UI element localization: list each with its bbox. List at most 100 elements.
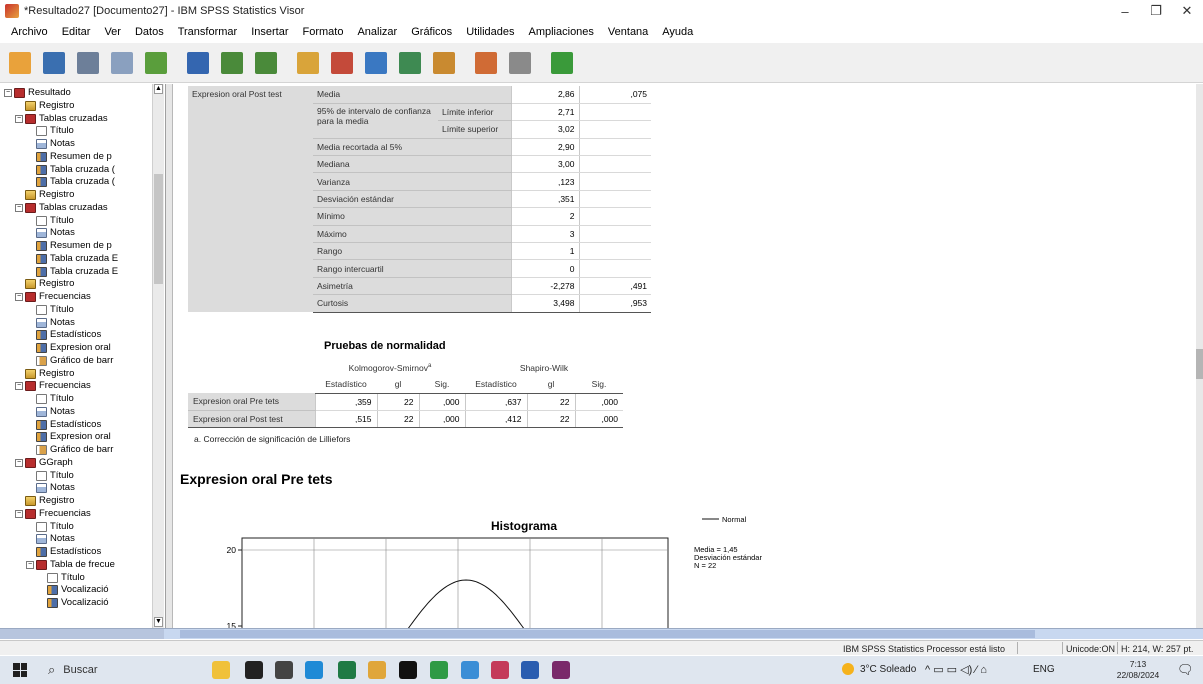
close-button[interactable]: ✕ — [1172, 0, 1202, 22]
tree-item[interactable]: Expresion oral — [26, 342, 111, 354]
edge-icon[interactable] — [305, 661, 323, 679]
circle-app-icon[interactable] — [245, 661, 263, 679]
tree-item[interactable]: Notas — [26, 482, 75, 494]
export-button[interactable] — [142, 49, 170, 77]
content-hscroll-thumb[interactable] — [180, 630, 1035, 638]
tree-item[interactable]: Tabla cruzada ( — [26, 176, 115, 188]
tree-item[interactable]: Estadísticos — [26, 419, 101, 431]
tree-item[interactable]: Título — [26, 393, 74, 405]
menu-1[interactable]: Editar — [55, 22, 98, 43]
tree-item[interactable]: Título — [26, 521, 74, 533]
outline-scrollbar[interactable]: ▲ ▼ — [152, 84, 164, 629]
tree-item[interactable]: Notas — [26, 317, 75, 329]
goto-case-button[interactable] — [328, 49, 356, 77]
tree-item[interactable]: Notas — [26, 138, 75, 150]
collapse-icon[interactable]: − — [4, 89, 12, 97]
windows-start-icon[interactable] — [13, 663, 27, 677]
save-button[interactable] — [40, 49, 68, 77]
menu-4[interactable]: Transformar — [171, 22, 245, 43]
tree-item[interactable]: Tabla cruzada E — [26, 266, 118, 278]
collapse-icon[interactable]: − — [15, 382, 23, 391]
tree-item[interactable]: Título — [26, 304, 74, 316]
tree-item[interactable]: Registro — [15, 368, 74, 380]
tree-item[interactable]: Expresion oral — [26, 431, 111, 443]
tree-item[interactable]: Gráfico de barr — [26, 355, 113, 367]
variables-button[interactable] — [362, 49, 390, 77]
tray-icons[interactable]: ^ ▭ ▭ ◁) ⁄ ⌂ — [925, 656, 987, 684]
tree-item[interactable]: Título — [26, 215, 74, 227]
goto-data-button[interactable] — [294, 49, 322, 77]
menu-3[interactable]: Datos — [128, 22, 171, 43]
tree-item[interactable]: Tabla cruzada ( — [26, 164, 115, 176]
menu-2[interactable]: Ver — [97, 22, 128, 43]
tree-item[interactable]: − Frecuencias — [15, 380, 91, 392]
tree-item[interactable]: − Frecuencias — [15, 508, 91, 520]
collapse-icon[interactable]: − — [15, 458, 23, 467]
menu-9[interactable]: Utilidades — [459, 22, 521, 43]
print-preview-button[interactable] — [108, 49, 136, 77]
collapse-icon[interactable]: − — [15, 293, 23, 301]
tree-item[interactable]: Registro — [15, 189, 74, 201]
tree-item[interactable]: − GGraph — [15, 457, 73, 469]
tree-item[interactable]: − Tabla de frecue — [26, 559, 115, 571]
show-all-button[interactable] — [430, 49, 458, 77]
histogram-chart[interactable]: Histograma 20 15 Normal Media = 1,45Desv… — [204, 512, 764, 629]
tiktok-icon[interactable] — [399, 661, 417, 679]
menu-12[interactable]: Ayuda — [655, 22, 700, 43]
tree-item[interactable]: Estadísticos — [26, 329, 101, 341]
tree-item[interactable]: Registro — [15, 278, 74, 290]
tree-item[interactable]: Título — [26, 470, 74, 482]
tree-item[interactable]: Notas — [26, 533, 75, 545]
weather-icon[interactable] — [842, 656, 854, 684]
tree-item[interactable]: Resumen de p — [26, 240, 112, 252]
redo-button[interactable] — [252, 49, 280, 77]
weather-text[interactable]: 3°C Soleado — [860, 656, 916, 684]
open-button[interactable] — [6, 49, 34, 77]
tree-item[interactable]: Gráfico de barr — [26, 444, 113, 456]
designate-window-button[interactable] — [506, 49, 534, 77]
collapse-icon[interactable]: − — [15, 509, 23, 518]
tree-item[interactable]: Registro — [15, 100, 74, 112]
globe-icon[interactable] — [461, 661, 479, 679]
menu-7[interactable]: Analizar — [350, 22, 404, 43]
tree-item[interactable]: Notas — [26, 227, 75, 239]
content-scroll-thumb[interactable] — [1196, 349, 1203, 379]
menu-0[interactable]: Archivo — [4, 22, 55, 43]
outline-hscroll-thumb[interactable] — [0, 629, 164, 639]
file-explorer-icon[interactable] — [212, 661, 230, 679]
tree-item[interactable]: Vocalizació — [37, 597, 109, 609]
word-icon[interactable] — [521, 661, 539, 679]
language-indicator[interactable]: ENG — [1033, 656, 1055, 684]
chrome-icon[interactable] — [430, 661, 448, 679]
tree-item[interactable]: Vocalizació — [37, 584, 109, 596]
use-sets-button[interactable] — [396, 49, 424, 77]
tree-item[interactable]: − Resultado — [4, 87, 71, 99]
minimize-button[interactable]: – — [1110, 0, 1140, 22]
notifications-icon[interactable]: 🗨 — [1177, 656, 1194, 684]
scroll-up-icon[interactable]: ▲ — [154, 84, 163, 94]
outline-scroll-thumb[interactable] — [154, 174, 163, 284]
tree-item[interactable]: − Frecuencias — [15, 291, 91, 303]
tree-item[interactable]: − Tablas cruzadas — [15, 113, 108, 125]
spss-icon[interactable] — [552, 661, 570, 679]
excel-icon[interactable] — [338, 661, 356, 679]
tree-item[interactable]: Tabla cruzada E — [26, 253, 118, 265]
scroll-down-icon[interactable]: ▼ — [154, 617, 163, 627]
tree-item[interactable]: Estadísticos — [26, 546, 101, 558]
content-scrollbar[interactable] — [1196, 84, 1203, 629]
tree-item[interactable]: Notas — [26, 406, 75, 418]
tree-item[interactable]: Resumen de p — [26, 151, 112, 163]
collapse-icon[interactable]: − — [15, 114, 23, 123]
insert-output-button[interactable] — [472, 49, 500, 77]
clock[interactable]: 7:13 22/08/2024 — [1113, 659, 1163, 681]
menu-5[interactable]: Insertar — [244, 22, 295, 43]
tree-item[interactable]: Título — [37, 572, 85, 584]
horizontal-scrollbar[interactable] — [0, 628, 1203, 639]
collapse-icon[interactable]: − — [26, 560, 34, 569]
files-icon[interactable] — [368, 661, 386, 679]
print-button[interactable] — [74, 49, 102, 77]
tree-item[interactable]: Título — [26, 125, 74, 137]
collapse-icon[interactable]: − — [15, 203, 23, 212]
tree-item[interactable]: Registro — [15, 495, 74, 507]
menu-11[interactable]: Ventana — [601, 22, 655, 43]
